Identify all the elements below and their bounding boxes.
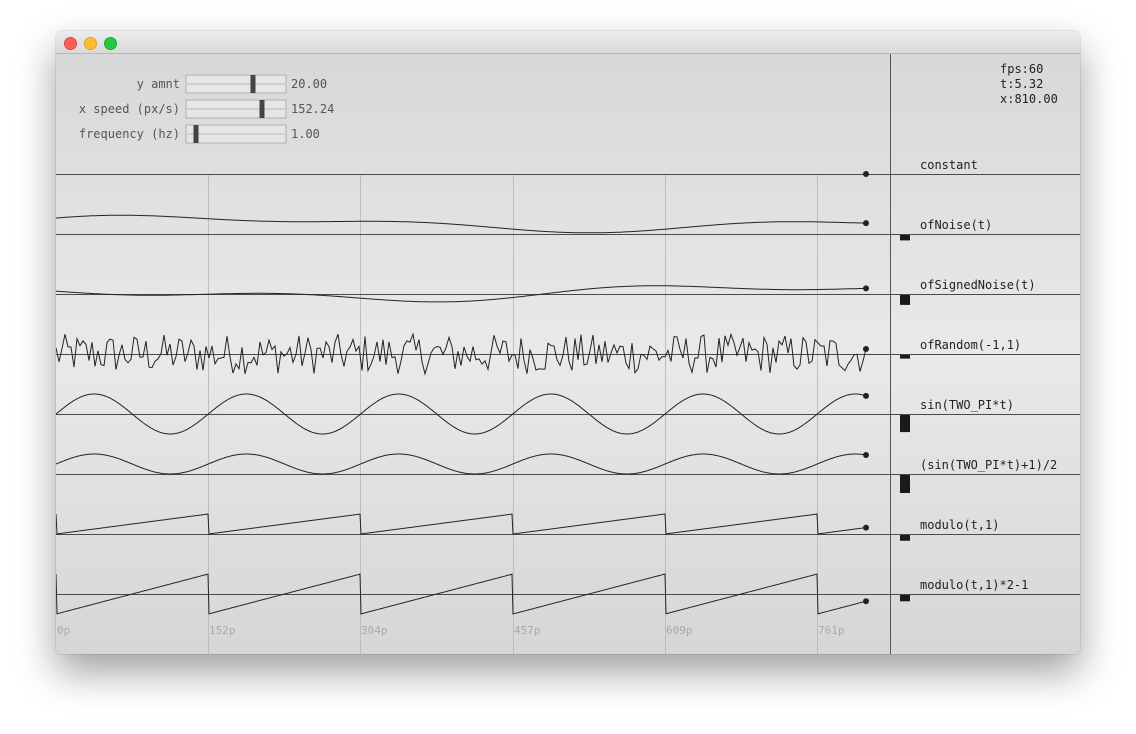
canvas-area: 0p 152p 304p 457p 609p 761p y amnt 20.00 x speed… bbox=[56, 54, 1080, 654]
slider-label: frequency (hz) bbox=[79, 127, 180, 141]
current-point bbox=[863, 285, 869, 292]
minimize-window-button[interactable] bbox=[84, 37, 97, 50]
row-label: ofRandom(-1,1) bbox=[920, 338, 1021, 352]
close-window-button[interactable] bbox=[64, 37, 77, 50]
current-point bbox=[863, 345, 869, 352]
value-bar bbox=[900, 295, 910, 305]
value-bar bbox=[900, 475, 910, 493]
current-point bbox=[863, 392, 869, 399]
time-readout: t:5.32 bbox=[1000, 77, 1043, 91]
slider-value: 1.00 bbox=[291, 127, 320, 141]
row-label: ofSignedNoise(t) bbox=[920, 278, 1036, 292]
slider-value: 152.24 bbox=[291, 102, 334, 116]
value-bar bbox=[900, 535, 910, 541]
slider-value: 20.00 bbox=[291, 77, 327, 91]
row-label: ofNoise(t) bbox=[920, 218, 992, 232]
value-bar bbox=[900, 415, 910, 433]
row-label: (sin(TWO_PI*t)+1)/2 bbox=[920, 458, 1057, 472]
current-point bbox=[863, 524, 869, 531]
x-tick-label: 304p bbox=[361, 624, 388, 637]
signal-line bbox=[56, 214, 867, 234]
slider-label: y amnt bbox=[137, 77, 180, 91]
signal-line bbox=[56, 453, 867, 475]
current-point bbox=[863, 171, 869, 177]
row-label: modulo(t,1)*2-1 bbox=[920, 578, 1028, 592]
slider-handle[interactable] bbox=[250, 75, 256, 93]
x-tick-label: 457p bbox=[514, 624, 541, 637]
signal-line bbox=[56, 332, 867, 376]
x-tick-label: 609p bbox=[666, 624, 693, 637]
value-bar bbox=[900, 355, 910, 359]
noise-plot: 0p 152p 304p 457p 609p 761p y amnt 20.00 x speed… bbox=[56, 54, 1080, 654]
x-readout: x:810.00 bbox=[1000, 92, 1058, 106]
slider-label: x speed (px/s) bbox=[79, 102, 180, 116]
x-tick-label: 0p bbox=[57, 624, 70, 637]
row-label: constant bbox=[920, 158, 978, 172]
signal-line bbox=[56, 573, 867, 615]
signal-line bbox=[56, 513, 867, 535]
x-tick-label: 761p bbox=[818, 624, 845, 637]
signal-line bbox=[56, 285, 866, 303]
slider-handle[interactable] bbox=[193, 125, 199, 143]
current-point bbox=[863, 451, 869, 458]
current-point bbox=[863, 598, 869, 605]
app-window: 0p 152p 304p 457p 609p 761p y amnt 20.00 x speed… bbox=[56, 31, 1080, 654]
value-bar bbox=[900, 595, 910, 602]
title-bar[interactable] bbox=[56, 31, 1080, 54]
row-label: modulo(t,1) bbox=[920, 518, 999, 532]
value-bar bbox=[900, 235, 910, 241]
x-tick-label: 152p bbox=[209, 624, 236, 637]
current-point bbox=[863, 220, 869, 227]
fps-readout: fps:60 bbox=[1000, 62, 1043, 76]
row-label: sin(TWO_PI*t) bbox=[920, 398, 1014, 412]
maximize-window-button[interactable] bbox=[104, 37, 117, 50]
slider-handle[interactable] bbox=[259, 100, 265, 118]
